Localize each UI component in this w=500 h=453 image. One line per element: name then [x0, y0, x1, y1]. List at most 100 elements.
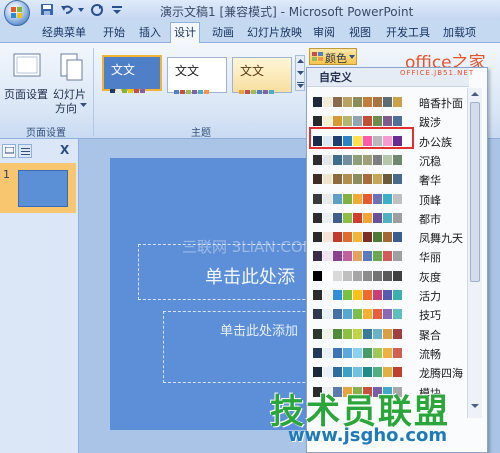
tab-addins[interactable]: 加载项: [443, 24, 476, 41]
color-swatches: [313, 174, 403, 185]
scroll-thumb[interactable]: [470, 102, 480, 282]
page-setup-group-label: 页面设置: [26, 128, 66, 139]
office-button[interactable]: [4, 0, 30, 26]
color-swatch: [393, 97, 402, 107]
color-scheme-item[interactable]: 流畅: [309, 344, 467, 362]
color-scheme-item[interactable]: 活力: [309, 286, 467, 304]
tab-review[interactable]: 审阅: [313, 24, 335, 41]
color-scheme-item[interactable]: 龙腾四海: [309, 363, 467, 381]
group-divider: [93, 48, 94, 136]
slides-tab[interactable]: [2, 144, 16, 158]
color-swatch: [363, 347, 372, 358]
color-swatch: [363, 97, 372, 107]
color-swatch: [383, 251, 392, 262]
color-swatches: [313, 97, 403, 107]
tab-classic-menu[interactable]: 经典菜单: [42, 24, 86, 41]
menu-scrollbar[interactable]: [467, 88, 482, 418]
theme-color-dots: [239, 84, 275, 94]
themes-group-label: 主题: [191, 128, 211, 139]
color-scheme-item[interactable]: 奢华: [309, 170, 467, 188]
color-swatch: [363, 309, 372, 320]
tab-insert[interactable]: 插入: [139, 24, 161, 41]
outline-tab[interactable]: [18, 144, 32, 158]
color-swatch: [343, 270, 352, 281]
tab-home[interactable]: 开始: [103, 24, 125, 41]
color-swatch: [373, 290, 382, 300]
color-swatch: [333, 290, 342, 300]
color-swatch: [343, 347, 352, 358]
close-pane-button[interactable]: X: [60, 143, 69, 157]
theme-thumbnail-2[interactable]: 文文: [167, 57, 227, 94]
color-scheme-item[interactable]: 聚合: [309, 325, 467, 343]
color-swatch: [313, 154, 322, 165]
color-swatch: [323, 193, 332, 204]
tab-animation[interactable]: 动画: [212, 24, 234, 41]
color-scheme-item[interactable]: 凤舞九天: [309, 228, 467, 246]
color-swatch: [373, 154, 382, 165]
color-swatch: [313, 116, 322, 127]
undo-icon[interactable]: [60, 3, 74, 16]
color-scheme-item[interactable]: 暗香扑面: [309, 93, 467, 111]
color-scheme-item[interactable]: 都市: [309, 209, 467, 227]
color-swatch: [393, 270, 402, 281]
theme-sample-text: 文文: [111, 63, 136, 77]
color-swatches: [313, 232, 403, 243]
color-swatch: [363, 270, 372, 281]
color-swatch: [363, 116, 372, 127]
color-swatch: [313, 270, 322, 281]
color-swatch: [323, 367, 332, 378]
color-swatch: [353, 212, 362, 223]
color-swatch: [373, 270, 382, 281]
color-swatch: [353, 232, 362, 243]
redo-icon[interactable]: [90, 3, 104, 16]
color-swatch: [393, 290, 402, 300]
color-swatch: [373, 97, 382, 107]
scroll-down-icon[interactable]: [471, 403, 479, 409]
color-scheme-item[interactable]: 顶峰: [309, 190, 467, 208]
color-swatch: [343, 174, 352, 185]
color-scheme-item[interactable]: 技巧: [309, 305, 467, 323]
scroll-up-icon[interactable]: [471, 91, 479, 97]
theme-sample-text: 文文: [240, 64, 265, 78]
more-icon[interactable]: [297, 82, 304, 88]
color-swatches: [313, 290, 403, 300]
color-swatch: [313, 174, 322, 185]
color-swatch: [393, 193, 402, 204]
colors-button[interactable]: 颜色: [309, 48, 357, 65]
color-swatch: [353, 193, 362, 204]
gallery-scroll[interactable]: [295, 55, 305, 91]
color-swatch: [333, 367, 342, 378]
tab-design[interactable]: 设计: [170, 22, 200, 43]
color-swatch: [353, 290, 362, 300]
color-swatch: [373, 232, 382, 243]
undo-dropdown-icon[interactable]: [78, 3, 84, 16]
tab-view[interactable]: 视图: [349, 24, 371, 41]
scroll-down-icon[interactable]: [297, 70, 304, 76]
color-swatch: [323, 97, 332, 107]
color-swatch: [383, 212, 392, 223]
color-swatch: [373, 328, 382, 339]
color-swatch: [343, 232, 352, 243]
color-scheme-item[interactable]: 沉稳: [309, 151, 467, 169]
scroll-up-icon[interactable]: [297, 58, 304, 64]
page-setup-button[interactable]: 页面设置: [4, 86, 48, 102]
colors-button-label: 颜色: [325, 52, 347, 65]
tab-developer[interactable]: 开发工具: [386, 24, 430, 41]
save-icon[interactable]: [40, 3, 54, 16]
color-swatch: [323, 251, 332, 262]
color-swatch: [373, 251, 382, 262]
color-swatch: [353, 367, 362, 378]
tab-slideshow[interactable]: 幻灯片放映: [247, 24, 302, 41]
chevron-down-icon: [349, 55, 355, 59]
color-scheme-item[interactable]: 灰度: [309, 267, 467, 285]
color-swatch: [343, 116, 352, 127]
color-scheme-item[interactable]: 华丽: [309, 247, 467, 265]
slide-orientation-button-line2[interactable]: 方向: [55, 100, 77, 116]
theme-thumbnail-1[interactable]: 文文: [102, 55, 162, 93]
color-swatches: [313, 212, 403, 223]
color-swatch: [313, 212, 322, 223]
theme-thumbnail-3[interactable]: 文文: [232, 57, 292, 94]
color-swatch: [333, 97, 342, 107]
color-swatch: [323, 290, 332, 300]
customize-icon[interactable]: [110, 3, 124, 16]
